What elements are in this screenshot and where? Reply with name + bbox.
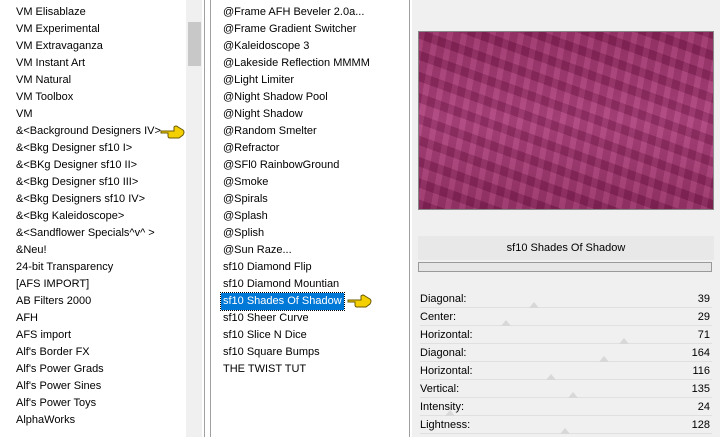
category-item[interactable]: Alf's Power Sines bbox=[14, 378, 103, 395]
category-item[interactable]: VM Toolbox bbox=[14, 89, 75, 106]
filter-item[interactable]: sf10 Diamond Flip bbox=[221, 259, 314, 276]
category-item[interactable]: AlphaWorks bbox=[14, 412, 77, 429]
category-item[interactable]: 24-bit Transparency bbox=[14, 259, 115, 276]
parameter-value: 164 bbox=[691, 347, 710, 359]
category-item[interactable]: Alf's Power Grads bbox=[14, 361, 106, 378]
category-item[interactable]: Alf's Power Toys bbox=[14, 395, 98, 412]
filter-category-list[interactable]: VM Elisablaze VM Experimental VM Extravaga… bbox=[0, 0, 205, 437]
slider-track[interactable] bbox=[420, 307, 712, 308]
filter-item[interactable]: @Frame Gradient Switcher bbox=[221, 21, 358, 38]
filter-item[interactable]: @SFl0 RainbowGround bbox=[221, 157, 341, 174]
filter-item[interactable]: sf10 Square Bumps bbox=[221, 344, 322, 361]
parameter-label: Horizontal: bbox=[420, 329, 473, 341]
filter-item[interactable]: @Spirals bbox=[221, 191, 270, 208]
filter-settings-panel: sf10 Shades Of Shadow Diagonal: 39 Center:… bbox=[412, 0, 720, 437]
category-item[interactable]: Alf's Border FX bbox=[14, 344, 92, 361]
category-item[interactable]: VM Instant Art bbox=[14, 55, 87, 72]
category-item[interactable]: &<Bkg Designer sf10 I> bbox=[14, 140, 134, 157]
category-item[interactable]: VM Elisablaze bbox=[14, 4, 88, 21]
filter-title: sf10 Shades Of Shadow bbox=[418, 236, 714, 260]
parameter-value: 71 bbox=[697, 329, 710, 341]
slider-thumb[interactable] bbox=[619, 338, 629, 344]
parameter-value: 29 bbox=[697, 311, 710, 323]
slider-track[interactable] bbox=[420, 397, 712, 398]
slider-thumb[interactable] bbox=[445, 410, 455, 416]
slider-track[interactable] bbox=[420, 325, 712, 326]
parameter-slider-row[interactable]: Diagonal: 39 bbox=[418, 291, 716, 309]
filter-item[interactable]: @Kaleidoscope 3 bbox=[221, 38, 311, 55]
parameter-slider-row[interactable]: Diagonal: 164 bbox=[418, 345, 716, 363]
category-item[interactable]: &<BKg Designer sf10 II> bbox=[14, 157, 139, 174]
slider-track[interactable] bbox=[420, 415, 712, 416]
parameter-value: 39 bbox=[697, 293, 710, 305]
category-item[interactable]: VM bbox=[14, 106, 35, 123]
parameter-label: Diagonal: bbox=[420, 293, 467, 305]
filter-item[interactable]: sf10 Slice N Dice bbox=[221, 327, 309, 344]
category-item[interactable]: &<Bkg Designers sf10 IV> bbox=[14, 191, 147, 208]
parameter-slider-row[interactable]: Center: 29 bbox=[418, 309, 716, 327]
parameter-slider-row[interactable]: Intensity: 24 bbox=[418, 399, 716, 417]
parameter-label: Lightness: bbox=[420, 419, 471, 431]
filter-item[interactable]: @Light Limiter bbox=[221, 72, 296, 89]
category-item[interactable]: &<Background Designers IV> bbox=[14, 123, 163, 140]
category-item[interactable]: VM Experimental bbox=[14, 21, 102, 38]
slider-track[interactable] bbox=[420, 343, 712, 344]
category-item[interactable]: AB Filters 2000 bbox=[14, 293, 93, 310]
slider-track[interactable] bbox=[420, 361, 712, 362]
filter-item[interactable]: sf10 Sheer Curve bbox=[221, 310, 311, 327]
filter-item[interactable]: @Random Smelter bbox=[221, 123, 319, 140]
parameter-label: Center: bbox=[420, 311, 457, 323]
hand-pointer-icon bbox=[347, 294, 372, 308]
filter-item-selected[interactable]: sf10 Shades Of Shadow bbox=[220, 292, 345, 311]
parameter-value: 24 bbox=[697, 401, 710, 413]
filter-item[interactable]: @Splash bbox=[221, 208, 270, 225]
category-item[interactable]: VM Natural bbox=[14, 72, 73, 89]
filter-preview-image bbox=[418, 31, 714, 210]
filter-item[interactable]: @Sun Raze... bbox=[221, 242, 294, 259]
parameter-label: Diagonal: bbox=[420, 347, 467, 359]
parameter-slider-row[interactable]: Horizontal: 71 bbox=[418, 327, 716, 345]
filter-item[interactable]: @Frame AFH Beveler 2.0a... bbox=[221, 4, 366, 21]
slider-thumb[interactable] bbox=[529, 302, 539, 308]
category-item[interactable]: &<Bkg Kaleidoscope> bbox=[14, 208, 126, 225]
filter-item[interactable]: @Splish bbox=[221, 225, 266, 242]
filter-list[interactable]: @Frame AFH Beveler 2.0a... @Frame Gradien… bbox=[210, 0, 410, 437]
category-item[interactable]: VM Extravaganza bbox=[14, 38, 105, 55]
slider-thumb[interactable] bbox=[546, 374, 556, 380]
category-item[interactable]: &<Bkg Designer sf10 III> bbox=[14, 174, 140, 191]
parameter-value: 116 bbox=[692, 365, 710, 377]
parameter-slider-row[interactable]: Horizontal: 116 bbox=[418, 363, 716, 381]
category-item[interactable]: AFS import bbox=[14, 327, 73, 344]
parameter-value: 135 bbox=[691, 383, 710, 395]
parameter-slider-row[interactable]: Vertical: 135 bbox=[418, 381, 716, 399]
filter-item[interactable]: sf10 Diamond Mountian bbox=[221, 276, 341, 293]
category-scrollbar[interactable] bbox=[186, 0, 202, 437]
category-item[interactable]: [AFS IMPORT] bbox=[14, 276, 91, 293]
slider-track[interactable] bbox=[420, 379, 712, 380]
filter-item[interactable]: @Night Shadow Pool bbox=[221, 89, 330, 106]
parameter-label: Horizontal: bbox=[420, 365, 473, 377]
parameter-label: Vertical: bbox=[420, 383, 460, 395]
category-item[interactable]: &Neu! bbox=[14, 242, 49, 259]
filter-item[interactable]: @Smoke bbox=[221, 174, 270, 191]
filter-item[interactable]: @Refractor bbox=[221, 140, 281, 157]
filter-progress-bar bbox=[418, 262, 712, 272]
category-item[interactable]: &<Sandflower Specials^v^ > bbox=[14, 225, 157, 242]
filter-item[interactable]: @Night Shadow bbox=[221, 106, 305, 123]
parameter-value: 128 bbox=[691, 419, 710, 431]
category-item[interactable]: AFH bbox=[14, 310, 40, 327]
filter-item[interactable]: THE TWIST TUT bbox=[221, 361, 308, 378]
slider-thumb[interactable] bbox=[568, 392, 578, 398]
parameter-label: Intensity: bbox=[420, 401, 465, 413]
parameter-slider-row[interactable]: Lightness: 128 bbox=[418, 417, 716, 435]
hand-pointer-icon bbox=[160, 125, 185, 139]
slider-thumb[interactable] bbox=[501, 320, 511, 326]
filter-item[interactable]: @Lakeside Reflection MMMM bbox=[221, 55, 372, 72]
slider-thumb[interactable] bbox=[560, 428, 570, 434]
category-scroll-thumb[interactable] bbox=[188, 22, 201, 66]
slider-thumb[interactable] bbox=[599, 356, 609, 362]
